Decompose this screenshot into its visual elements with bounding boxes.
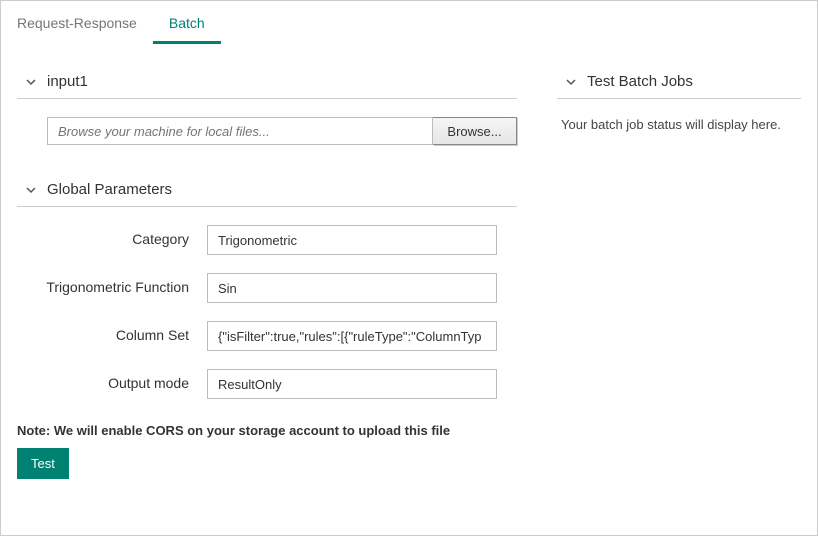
column-set-label: Column Set (17, 321, 207, 343)
chevron-down-icon (25, 184, 37, 196)
trig-func-input[interactable] (207, 273, 497, 303)
tab-batch[interactable]: Batch (153, 9, 221, 44)
column-set-input[interactable] (207, 321, 497, 351)
section-input1-title: input1 (47, 73, 88, 90)
batch-status-text: Your batch job status will display here. (557, 117, 801, 132)
section-test-batch-jobs-header[interactable]: Test Batch Jobs (557, 65, 801, 99)
tab-request-response[interactable]: Request-Response (1, 9, 153, 44)
trig-func-label: Trigonometric Function (17, 273, 207, 295)
section-global-params-title: Global Parameters (47, 181, 172, 198)
chevron-down-icon (565, 76, 577, 88)
file-browse-input[interactable] (47, 117, 433, 145)
section-global-params-header[interactable]: Global Parameters (17, 173, 517, 207)
section-input1-header[interactable]: input1 (17, 65, 517, 99)
output-mode-input[interactable] (207, 369, 497, 399)
tab-bar: Request-Response Batch (1, 1, 817, 45)
section-test-batch-jobs-title: Test Batch Jobs (587, 73, 693, 90)
output-mode-label: Output mode (17, 369, 207, 391)
test-button[interactable]: Test (17, 448, 69, 479)
category-label: Category (17, 225, 207, 247)
cors-note: Note: We will enable CORS on your storag… (17, 423, 517, 438)
browse-button[interactable]: Browse... (433, 117, 517, 145)
chevron-down-icon (25, 76, 37, 88)
category-input[interactable] (207, 225, 497, 255)
